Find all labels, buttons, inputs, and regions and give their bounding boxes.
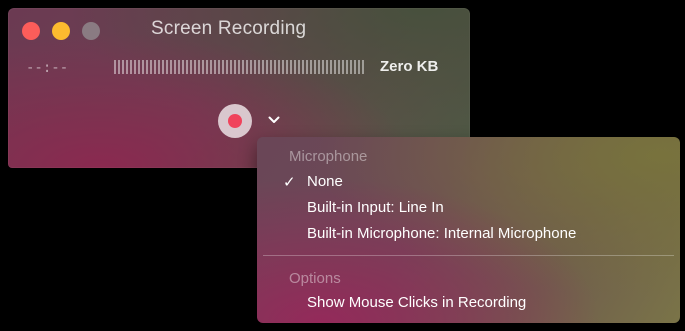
- window-title: Screen Recording: [151, 18, 307, 39]
- chevron-down-icon: [268, 116, 280, 123]
- elapsed-time: --:--: [26, 60, 69, 76]
- options-menu: Microphone ✓ None Built-in Input: Line I…: [257, 137, 680, 323]
- screen: Screen Recording --:-- Zero KB Microphon…: [0, 0, 685, 331]
- options-dropdown-button[interactable]: [266, 112, 282, 128]
- record-button[interactable]: [218, 104, 252, 138]
- checkmark-icon: ✓: [283, 174, 296, 191]
- record-icon: [228, 114, 242, 128]
- audio-level-meter: [114, 60, 366, 74]
- menu-item-show-mouse-clicks[interactable]: Show Mouse Clicks in Recording: [307, 294, 526, 311]
- menu-item-line-in[interactable]: Built-in Input: Line In: [307, 199, 444, 216]
- menu-section-options: Options: [289, 270, 341, 287]
- file-size: Zero KB: [380, 58, 439, 75]
- menu-item-internal-microphone[interactable]: Built-in Microphone: Internal Microphone: [307, 225, 576, 242]
- menu-section-microphone: Microphone: [289, 148, 368, 165]
- menu-divider: [263, 255, 674, 256]
- menu-item-none[interactable]: None: [307, 173, 343, 190]
